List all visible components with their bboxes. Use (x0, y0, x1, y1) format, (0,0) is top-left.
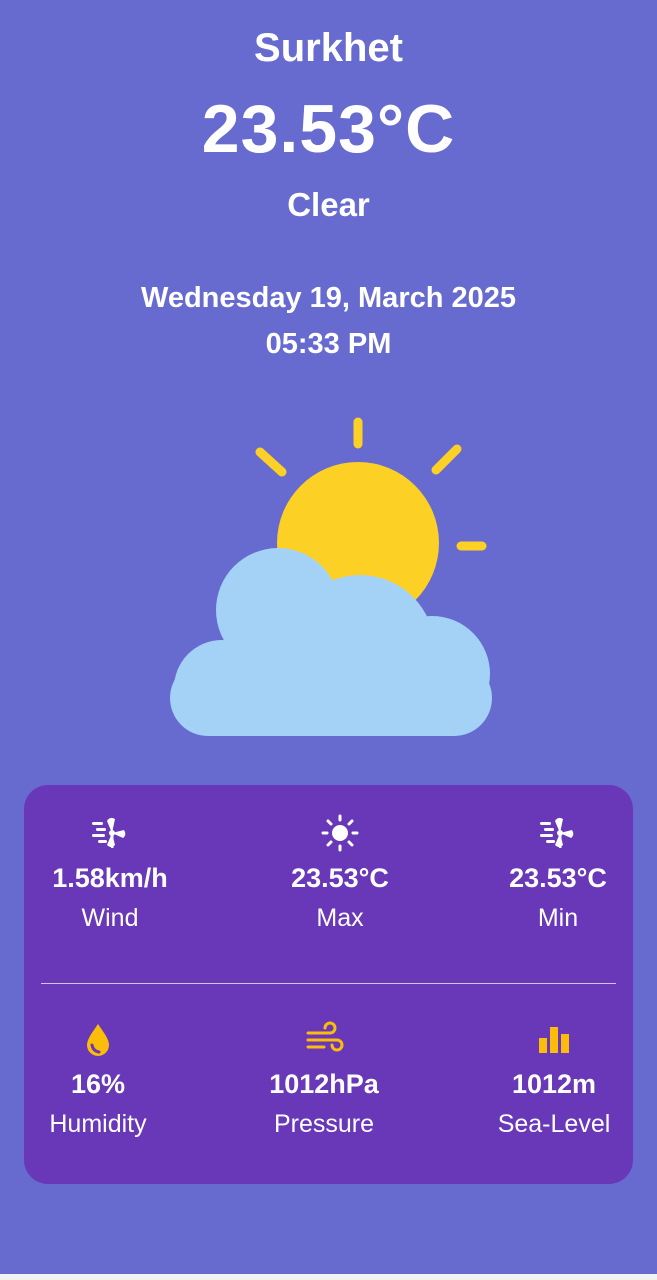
stats-divider (41, 983, 616, 984)
wind-icon (540, 817, 574, 848)
sea-level-value: 1012m (511, 1069, 597, 1099)
max-temp-value: 23.53°C (291, 863, 389, 893)
weather-stats-card: 1.58km/h Wind 23.53°C Max 23.53°C Min 16… (24, 785, 633, 1184)
wind-value: 1.58km/h (52, 863, 168, 893)
weather-condition: Clear (287, 186, 370, 223)
stat-min: 23.53°C Min (458, 813, 657, 933)
min-temp-value: 23.53°C (509, 863, 607, 893)
sun-behind-cloud-icon (170, 417, 492, 736)
current-date: Wednesday 19, March 2025 (140, 282, 517, 314)
wind-label: Wind (81, 904, 139, 932)
humidity-label: Humidity (49, 1110, 147, 1138)
city-name: Surkhet (254, 26, 403, 70)
stat-sea-level: 1012m Sea-Level (454, 1019, 654, 1139)
wind-icon (92, 817, 126, 848)
min-temp-label: Min (537, 904, 579, 932)
water-drop-icon (87, 1024, 109, 1056)
humidity-value: 16% (70, 1069, 126, 1099)
bar-chart-icon (539, 1027, 569, 1053)
stat-wind: 1.58km/h Wind (10, 813, 210, 933)
current-temperature: 23.53°C (201, 91, 456, 167)
max-temp-label: Max (316, 904, 364, 932)
current-time: 05:33 PM (265, 328, 392, 360)
stat-max: 23.53°C Max (240, 813, 440, 933)
air-flow-icon (306, 1021, 344, 1052)
stat-pressure: 1012hPa Pressure (224, 1019, 424, 1139)
sun-icon (321, 814, 359, 852)
bottom-edge (0, 1274, 657, 1280)
pressure-label: Pressure (273, 1110, 375, 1138)
sea-level-label: Sea-Level (497, 1110, 611, 1138)
stat-humidity: 16% Humidity (0, 1019, 198, 1139)
pressure-value: 1012hPa (269, 1069, 379, 1099)
